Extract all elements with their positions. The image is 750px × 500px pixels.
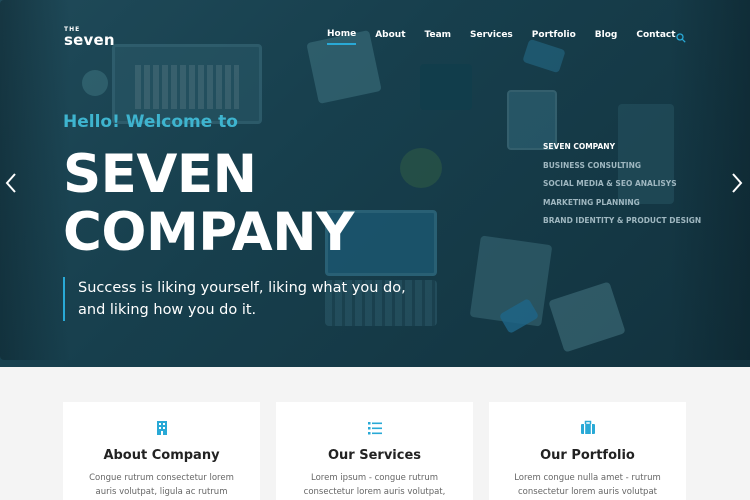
card-our-portfolio[interactable]: Our Portfolio Lorem congue nulla amet - … bbox=[489, 402, 686, 500]
previous-slide-arrow-icon[interactable] bbox=[4, 172, 20, 194]
nav-contact[interactable]: Contact bbox=[636, 30, 675, 44]
card-text: Lorem congue nulla amet - rutrum consect… bbox=[514, 473, 661, 497]
slide-item-social-media-seo[interactable]: SOCIAL MEDIA & SEO ANALISYS bbox=[543, 175, 701, 194]
nav-blog[interactable]: Blog bbox=[595, 30, 618, 44]
logo-name: seven bbox=[64, 31, 115, 49]
next-slide-arrow-icon[interactable] bbox=[728, 172, 744, 194]
list-icon bbox=[367, 420, 383, 436]
card-text: Lorem ipsum - congue rutrum consectetur … bbox=[303, 473, 446, 497]
card-our-services[interactable]: Our Services Lorem ipsum - congue rutrum… bbox=[276, 402, 473, 500]
hero-quote: Success is liking yourself, liking what … bbox=[63, 277, 443, 321]
briefcase-icon bbox=[580, 420, 596, 436]
slide-navigation: SEVEN COMPANY BUSINESS CONSULTING SOCIAL… bbox=[543, 138, 701, 231]
card-title: Our Services bbox=[327, 448, 422, 463]
slide-item-seven-company[interactable]: SEVEN COMPANY bbox=[543, 138, 701, 157]
card-text: Congue rutrum consectetur lorem auris vo… bbox=[89, 473, 234, 497]
hero-headline-line2: COMPANY bbox=[63, 202, 354, 263]
background-paper bbox=[548, 281, 626, 353]
card-title: About Company bbox=[103, 448, 220, 463]
main-nav: Home About Team Services Portfolio Blog … bbox=[327, 29, 695, 45]
hero-headline-line1: SEVEN bbox=[63, 144, 257, 205]
nav-about[interactable]: About bbox=[375, 30, 405, 44]
nav-portfolio[interactable]: Portfolio bbox=[532, 30, 576, 44]
background-plant bbox=[400, 148, 442, 188]
hero-quote-line1: Success is liking yourself, liking what … bbox=[78, 280, 406, 296]
slide-item-marketing-planning[interactable]: MARKETING PLANNING bbox=[543, 194, 701, 213]
site-logo[interactable]: THE seven bbox=[64, 26, 115, 48]
nav-home[interactable]: Home bbox=[327, 29, 357, 45]
slide-item-business-consulting[interactable]: BUSINESS CONSULTING bbox=[543, 157, 701, 176]
feature-cards: About Company Congue rutrum consectetur … bbox=[63, 402, 702, 500]
hero-slider: THE seven Home About Team Services Portf… bbox=[0, 0, 750, 367]
nav-services[interactable]: Services bbox=[470, 30, 513, 44]
hero-headline: SEVEN COMPANY bbox=[63, 146, 354, 262]
building-icon bbox=[154, 420, 170, 436]
nav-team[interactable]: Team bbox=[425, 30, 452, 44]
card-title: Our Portfolio bbox=[540, 448, 635, 463]
hero-quote-line2: and liking how you do it. bbox=[78, 302, 257, 318]
slide-item-brand-identity[interactable]: BRAND IDENTITY & PRODUCT DESIGN bbox=[543, 212, 701, 231]
background-book bbox=[420, 64, 472, 110]
hero-greeting: Hello! Welcome to bbox=[63, 112, 238, 132]
background-cup bbox=[82, 70, 108, 96]
card-about-company[interactable]: About Company Congue rutrum consectetur … bbox=[63, 402, 260, 500]
search-icon[interactable] bbox=[676, 28, 686, 43]
